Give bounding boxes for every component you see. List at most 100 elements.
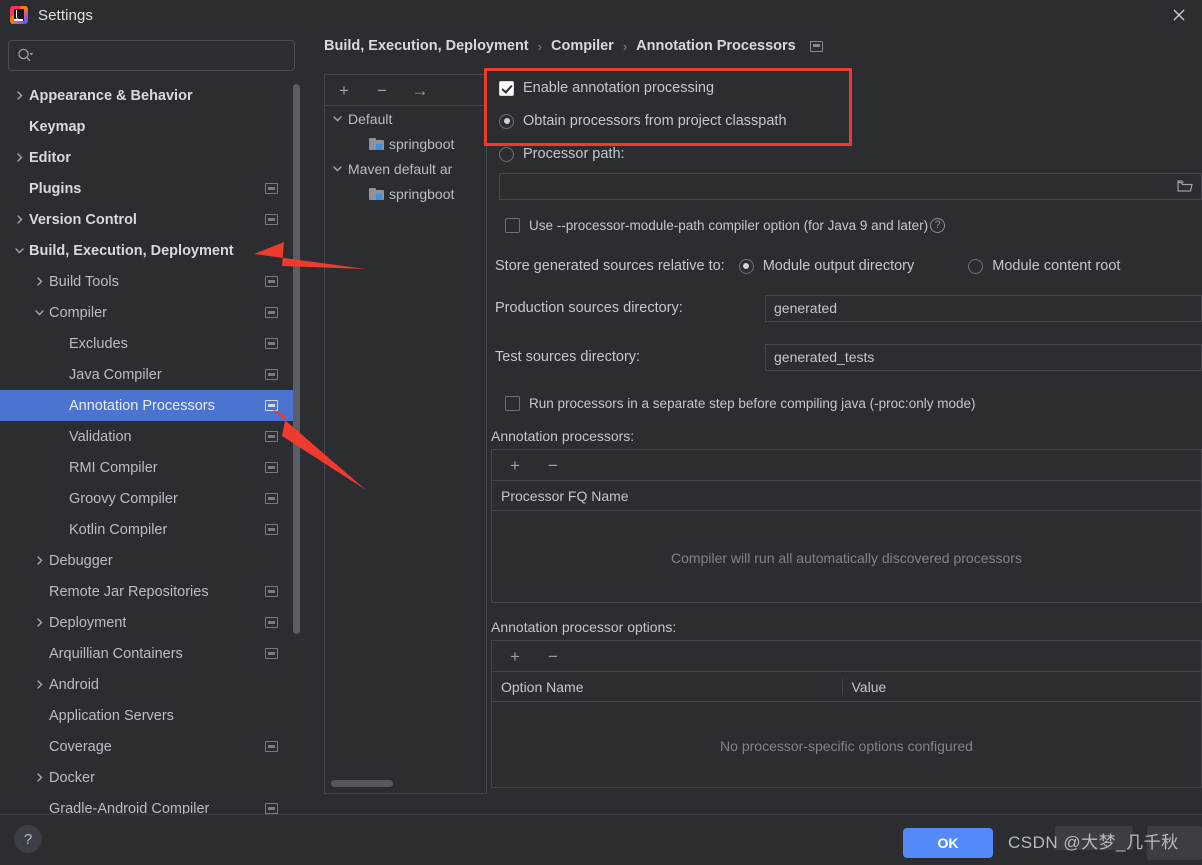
help-icon[interactable]: ? (930, 217, 946, 233)
chevron-right-icon[interactable] (32, 617, 46, 628)
chevron-down-icon[interactable] (329, 113, 345, 124)
sidebar-item-android[interactable]: Android (0, 669, 300, 700)
run-processors-separate-checkbox[interactable] (505, 395, 520, 411)
processor-path-radio[interactable] (499, 146, 514, 162)
close-icon[interactable] (1156, 0, 1202, 30)
annotation-processors-header: Processor FQ Name (492, 481, 1201, 511)
chevron-right-icon[interactable] (12, 214, 26, 225)
sidebar-item-editor[interactable]: Editor (0, 142, 300, 173)
remove-processor-button[interactable]: − (544, 456, 562, 474)
module-tree-hscrollbar[interactable] (331, 780, 393, 787)
sidebar-item-debugger[interactable]: Debugger (0, 545, 300, 576)
sidebar-item-arquillian-containers[interactable]: Arquillian Containers (0, 638, 300, 669)
production-sources-value: generated (774, 300, 838, 316)
module-profile-group[interactable]: Default (325, 106, 486, 131)
folder-icon[interactable] (1177, 179, 1193, 196)
sidebar-scrollbar-thumb[interactable] (293, 84, 300, 634)
chevron-right-icon[interactable] (32, 276, 46, 287)
sidebar-item-label: Debugger (49, 552, 113, 569)
column-processor-fq-name[interactable]: Processor FQ Name (492, 488, 1201, 504)
module-profile-group[interactable]: Maven default ar (325, 156, 486, 181)
enable-annotation-processing-checkbox[interactable] (499, 80, 514, 96)
move-to-profile-button[interactable]: → (411, 81, 429, 99)
column-value[interactable]: Value (841, 678, 1202, 695)
chevron-right-icon[interactable] (32, 679, 46, 690)
remove-option-button[interactable]: − (544, 647, 562, 665)
sidebar-item-gradle-android-compiler[interactable]: Gradle-Android Compiler (0, 793, 300, 815)
sidebar-item-keymap[interactable]: Keymap (0, 111, 300, 142)
sidebar-item-coverage[interactable]: Coverage (0, 731, 300, 762)
use-processor-module-path-label: Use --processor-module-path compiler opt… (529, 217, 929, 233)
sidebar-item-excludes[interactable]: Excludes (0, 328, 300, 359)
settings-search[interactable] (8, 40, 295, 71)
processor-path-label: Processor path: (523, 146, 625, 162)
ok-button[interactable]: OK (903, 828, 993, 858)
sidebar-item-label: Plugins (29, 180, 82, 197)
sidebar-item-deployment[interactable]: Deployment (0, 607, 300, 638)
watermark-text: CSDN @大梦_几千秋 (1008, 833, 1179, 852)
sidebar-item-label: Build, Execution, Deployment (29, 242, 234, 259)
module-output-directory-radio[interactable] (738, 258, 754, 274)
sidebar-item-build-execution-deployment[interactable]: Build, Execution, Deployment (0, 235, 300, 266)
breadcrumb-part-0[interactable]: Build, Execution, Deployment (324, 38, 529, 54)
chevron-down-icon[interactable] (12, 245, 26, 256)
search-input[interactable] (34, 48, 294, 63)
module-row-label: Default (348, 110, 393, 127)
sidebar-item-label: Compiler (49, 304, 108, 321)
processor-path-input[interactable] (499, 173, 1202, 200)
module-content-root-radio[interactable] (968, 258, 984, 274)
chevron-right-icon[interactable] (12, 152, 26, 163)
sidebar-item-groovy-compiler[interactable]: Groovy Compiler (0, 483, 300, 514)
add-processor-button[interactable]: + (506, 456, 524, 474)
test-sources-input[interactable]: generated_tests (765, 343, 1202, 371)
chevron-right-icon[interactable] (12, 90, 26, 101)
add-profile-button[interactable]: + (335, 81, 353, 99)
use-processor-module-path-checkbox[interactable] (505, 217, 520, 233)
module-row-label: Maven default ar (348, 160, 453, 177)
production-sources-input[interactable]: generated (765, 294, 1202, 322)
module-item[interactable]: springboot (325, 181, 486, 206)
sidebar-item-java-compiler[interactable]: Java Compiler (0, 359, 300, 390)
settings-content-pane: Build, Execution, Deployment › Compiler … (310, 30, 1202, 815)
sidebar-item-remote-jar-repositories[interactable]: Remote Jar Repositories (0, 576, 300, 607)
sidebar-item-kotlin-compiler[interactable]: Kotlin Compiler (0, 514, 300, 545)
remove-profile-button[interactable]: − (373, 81, 391, 99)
settings-window: Settings Appearance & Behavior Keymap Edit… (0, 0, 1202, 865)
test-sources-label: Test sources directory: (495, 349, 641, 365)
annotation-processor-options-header: Option Name Value (492, 672, 1201, 702)
sidebar-item-plugins[interactable]: Plugins (0, 173, 300, 204)
sidebar-item-appearance-behavior[interactable]: Appearance & Behavior (0, 80, 300, 111)
obtain-from-classpath-row[interactable]: Obtain processors from project classpath (499, 107, 1202, 135)
help-button[interactable]: ? (14, 825, 42, 853)
chevron-right-icon[interactable] (32, 772, 46, 783)
breadcrumb-part-1[interactable]: Compiler (551, 38, 614, 54)
column-option-name[interactable]: Option Name (492, 679, 842, 695)
settings-sidebar[interactable]: Appearance & Behavior Keymap Editor Plugins… (0, 80, 300, 815)
sidebar-item-build-tools[interactable]: Build Tools (0, 266, 300, 297)
chevron-right-icon[interactable] (32, 555, 46, 566)
chevron-down-icon[interactable] (329, 163, 345, 174)
module-tree-rows[interactable]: Default springboot Maven default ar springb… (325, 106, 486, 206)
add-option-button[interactable]: + (506, 647, 524, 665)
sidebar-item-validation[interactable]: Validation (0, 421, 300, 452)
window-title: Settings (38, 6, 93, 24)
enable-annotation-processing-row[interactable]: Enable annotation processing (499, 74, 1202, 102)
project-scope-icon (265, 400, 278, 411)
sidebar-item-version-control[interactable]: Version Control (0, 204, 300, 235)
sidebar-item-label: Remote Jar Repositories (49, 583, 209, 600)
use-processor-module-path-row[interactable]: Use --processor-module-path compiler opt… (505, 212, 1202, 238)
run-processors-separate-row[interactable]: Run processors in a separate step before… (505, 390, 1202, 416)
breadcrumb-part-2: Annotation Processors (636, 38, 796, 54)
sidebar-item-application-servers[interactable]: Application Servers (0, 700, 300, 731)
annotation-processors-empty-text: Compiler will run all automatically disc… (671, 549, 1022, 566)
breadcrumb: Build, Execution, Deployment › Compiler … (324, 38, 823, 54)
sidebar-item-docker[interactable]: Docker (0, 762, 300, 793)
sidebar-item-rmi-compiler[interactable]: RMI Compiler (0, 452, 300, 483)
sidebar-item-compiler[interactable]: Compiler (0, 297, 300, 328)
processor-path-row[interactable]: Processor path: (499, 140, 1202, 168)
sidebar-item-annotation-processors[interactable]: Annotation Processors (0, 390, 300, 421)
obtain-from-classpath-radio[interactable] (499, 113, 514, 129)
module-item[interactable]: springboot (325, 131, 486, 156)
chevron-down-icon[interactable] (32, 307, 46, 318)
annotation-processor-options-toolbar: + − (492, 641, 1201, 672)
